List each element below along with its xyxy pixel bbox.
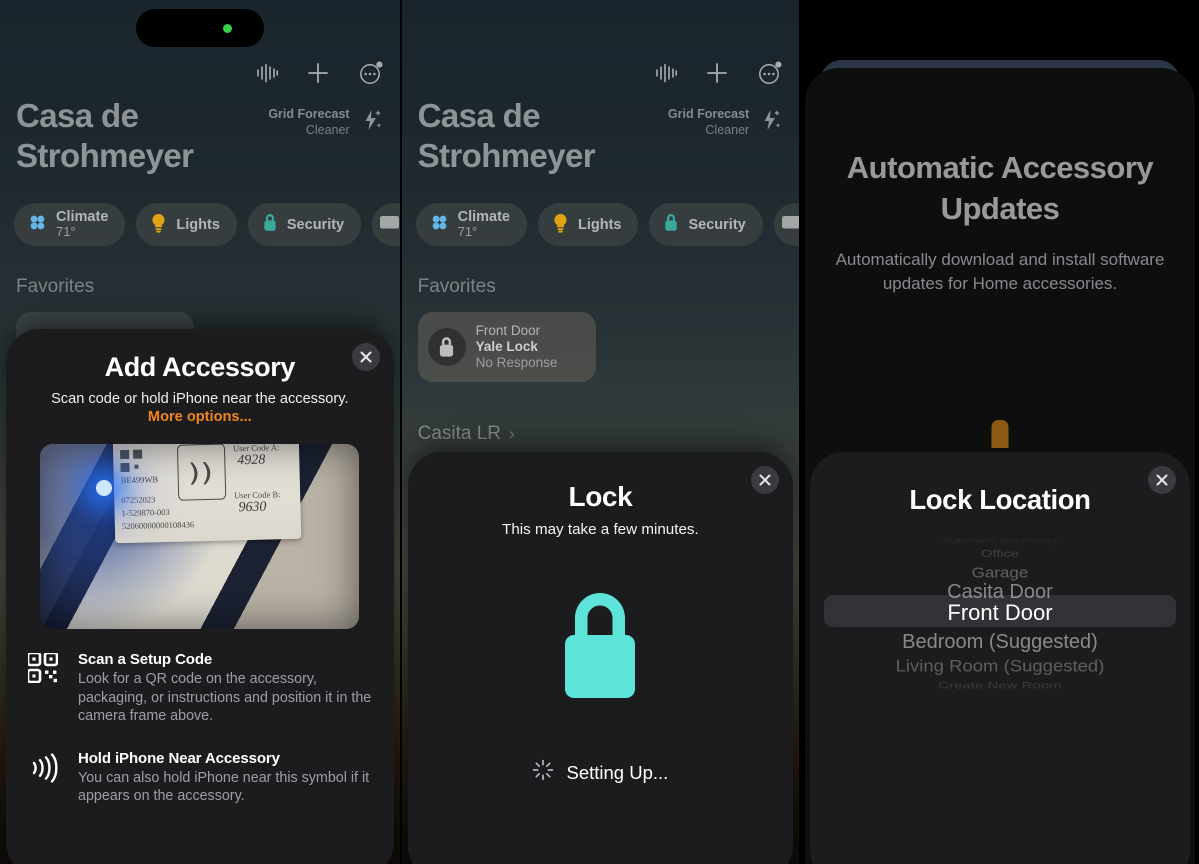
grid-forecast[interactable]: Grid Forecast Cleaner [268,106,383,138]
camera-preview[interactable]: BE499WB 07252023 1-529870-003 5206000000… [40,444,360,629]
chip-lights[interactable]: Lights [136,203,237,246]
info-scan-title: Scan a Setup Code [78,651,213,668]
lock-icon [408,590,794,702]
lock-setup-sheet: Lock This may take a few minutes. Settin… [407,452,794,864]
favorites-header: Favorites [417,276,496,297]
camera-vignette [40,444,359,629]
lock-setup-title: Lock [568,481,633,512]
chip-lights-label: Lights [176,216,220,233]
info-item-nfc: Hold iPhone Near Accessory You can also … [6,750,394,806]
more-options-icon[interactable] [757,60,783,86]
panel-add-accessory: Casa de Strohmeyer Grid Forecast Cleaner [0,0,400,864]
add-accessory-sheet: Add Accessory Scan code or hold iPhone n… [6,329,394,864]
grid-forecast-label: Grid Forecast [667,107,750,121]
casita-label: Casita LR [417,423,502,444]
chip-speakers[interactable] [372,203,400,246]
audio-waveform-icon[interactable] [655,63,678,83]
clean-energy-icon [358,107,384,138]
grid-forecast-value: Cleaner [705,123,750,137]
favorite-name: Yale Lock [475,338,538,354]
home-toolbar [655,60,783,86]
lock-icon [663,213,679,236]
page-title: Casa de Strohmeyer [16,97,194,175]
chip-lights[interactable]: Lights [537,203,639,246]
camera-image: BE499WB 07252023 1-529870-003 5206000000… [40,444,360,629]
add-accessory-title: Add Accessory [104,352,296,382]
favorite-tile-front-door[interactable]: Front Door Yale Lock No Response [417,312,596,382]
chip-speakers[interactable] [773,203,800,246]
lock-setup-subtitle: This may take a few minutes. [502,521,699,538]
chip-climate-label: Climate [457,209,510,226]
camera-active-dot [222,23,232,33]
lock-location-sheet: Lock Location Automatic Accessory Office… [810,452,1190,864]
accessory-accent-marker [991,420,1009,448]
grid-forecast-value: Cleaner [305,123,350,137]
lock-icon [427,328,466,366]
spinner-icon [532,759,554,786]
picker-option-1[interactable]: Office [824,548,1176,560]
picker-option-0[interactable]: Automatic Accessory [824,538,1176,545]
accessory-updates-title: Automatic Accessory Updates [846,150,1154,226]
chip-climate-label: Climate [56,209,109,226]
lock-location-title: Lock Location [909,484,1091,515]
favorite-room: Front Door [475,322,541,338]
fan-icon [28,213,47,236]
grid-forecast-label: Grid Forecast [268,107,350,121]
casita-section-header[interactable]: Casita LR › [418,423,515,445]
lock-icon [262,213,278,236]
fan-icon [430,213,449,236]
chip-climate[interactable]: Climate 71° [14,203,126,246]
close-icon[interactable] [751,466,780,494]
qr-code-icon [26,651,60,683]
audio-waveform-icon[interactable] [256,63,278,83]
room-picker-wheel[interactable]: Automatic Accessory Office Garage Casita… [824,538,1176,708]
page-title: Casa de Strohmeyer [417,97,596,175]
setup-status-label: Setting Up... [566,761,669,783]
add-accessory-subtitle: Scan code or hold iPhone near the access… [51,391,349,407]
more-options-icon[interactable] [358,60,384,86]
close-icon[interactable] [351,343,380,371]
home-toolbar [256,60,384,86]
accessory-updates-subtitle: Automatically download and install softw… [835,250,1165,294]
panel-lock-setup: Casa de Strohmeyer Grid Forecast Cleaner [399,0,800,864]
panel-lock-location: Automatic Accessory Updates Automaticall… [799,0,1199,864]
chip-security[interactable]: Security [247,203,362,246]
chip-climate[interactable]: Climate 71° [415,203,527,246]
favorite-status: No Response [475,355,558,371]
clean-energy-icon [757,107,783,138]
three-panel-screenshot: Casa de Strohmeyer Grid Forecast Cleaner [0,0,1199,864]
chevron-right-icon: › [509,424,515,443]
nfc-waves-icon [26,750,60,784]
favorites-header: Favorites [16,276,95,297]
close-icon[interactable] [1147,466,1176,494]
dynamic-island [135,9,264,47]
picker-option-5[interactable]: Bedroom (Suggested) [824,631,1176,654]
chip-climate-value: 71° [56,224,76,240]
plus-icon[interactable] [306,61,330,85]
picker-option-7[interactable]: Create New Room [824,680,1176,691]
chip-security-label: Security [688,216,746,233]
grid-forecast[interactable]: Grid Forecast Cleaner [668,106,783,138]
picker-option-4-selected[interactable]: Front Door [824,600,1176,626]
lightbulb-icon [150,213,167,237]
speaker-icon [781,213,800,237]
chip-security-label: Security [286,216,345,233]
info-nfc-title: Hold iPhone Near Accessory [78,749,280,767]
chip-climate-value: 71° [457,224,478,240]
info-nfc-body: You can also hold iPhone near this symbo… [78,769,370,805]
chip-lights-label: Lights [577,216,622,233]
more-options-link[interactable]: More options... [6,409,394,425]
picker-option-6[interactable]: Living Room (Suggested) [824,656,1176,676]
lightbulb-icon [552,213,569,237]
info-scan-body: Look for a QR code on the accessory, pac… [78,671,372,725]
plus-icon[interactable] [705,61,729,85]
category-chips: Climate 71° Lights Security [14,203,400,246]
picker-option-2[interactable]: Garage [824,564,1176,581]
category-chips: Climate 71° Lights Security [415,203,800,246]
info-item-scan: Scan a Setup Code Look for a QR code on … [6,651,394,726]
setup-status: Setting Up... [408,759,794,786]
chip-security[interactable]: Security [649,203,763,246]
speaker-icon [380,213,400,237]
